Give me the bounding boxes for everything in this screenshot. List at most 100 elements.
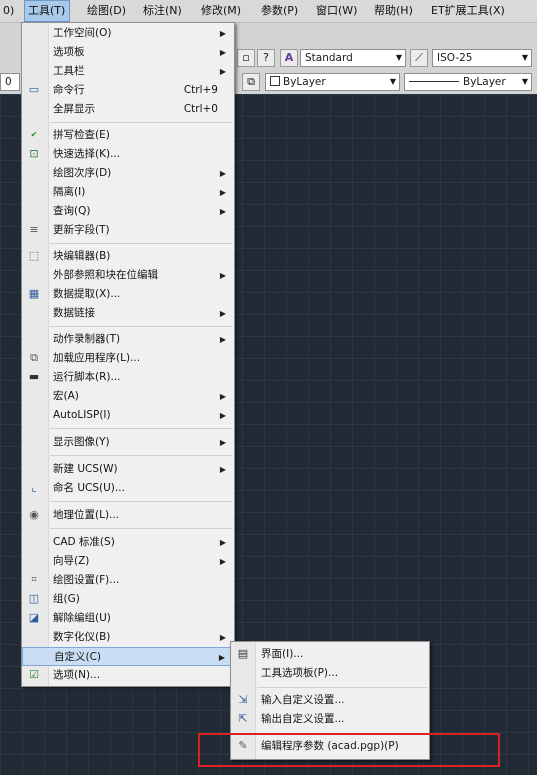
chevron-right-icon: ▶	[219, 207, 226, 216]
toolbar-button[interactable]: ▫	[237, 49, 255, 67]
menu-item-label: 拼写检查(E)	[53, 129, 110, 141]
layer-value: 0	[5, 76, 12, 88]
menu-parametric[interactable]: 参数(P)	[258, 0, 301, 22]
menu-item-label: 选项板	[53, 46, 85, 58]
menu-item-label: 加载应用程序(L)...	[53, 352, 141, 364]
menu-item-drafting-settings[interactable]: ⌗ 绘图设置(F)...	[22, 571, 234, 590]
match-properties-icon[interactable]: ⧉	[242, 73, 260, 91]
submenu-item-interface[interactable]: ▤ 界面(I)...	[231, 645, 429, 664]
submenu-item-label: 输入自定义设置...	[261, 694, 345, 706]
submenu-item-import-customizations[interactable]: ⇲ 输入自定义设置...	[231, 691, 429, 710]
chevron-down-icon: ▼	[395, 53, 402, 62]
menu-item-autolisp[interactable]: AutoLISP(I) ▶	[22, 406, 234, 425]
menu-item-label: 向导(Z)	[53, 555, 90, 567]
submenu-item-export-customizations[interactable]: ⇱ 输出自定义设置...	[231, 710, 429, 729]
menu-item-label: 新建 UCS(W)	[53, 463, 118, 475]
menu-item-customize[interactable]: 自定义(C) ▶	[22, 647, 234, 666]
menu-item-label: 数字化仪(B)	[53, 631, 111, 643]
menu-item-draw-order[interactable]: 绘图次序(D) ▶	[22, 164, 234, 183]
menu-draw[interactable]: 绘图(D)	[84, 0, 129, 22]
menu-partial-item[interactable]: 0)	[0, 0, 17, 22]
menu-separator	[50, 528, 232, 529]
menu-separator	[50, 501, 232, 502]
menu-item-macro[interactable]: 宏(A) ▶	[22, 387, 234, 406]
menu-dimension[interactable]: 标注(N)	[140, 0, 185, 22]
named-ucs-icon: ⌞	[31, 481, 37, 494]
menu-item-command-line[interactable]: ▭ 命令行 Ctrl+9	[22, 81, 234, 100]
menu-item-label: 数据链接	[53, 307, 95, 319]
text-style-select[interactable]: Standard ▼	[300, 49, 406, 67]
text-style-value: Standard	[305, 52, 353, 64]
menu-item-label: 数据提取(X)...	[53, 288, 121, 300]
help-button[interactable]: ?	[257, 49, 275, 67]
menu-item-label: 工作空间(O)	[53, 27, 112, 39]
menu-bar: 0) 工具(T) 绘图(D) 标注(N) 修改(M) 参数(P) 窗口(W) 帮…	[0, 0, 537, 23]
menu-item-label: 全屏显示	[53, 103, 95, 115]
drafting-settings-icon: ⌗	[31, 575, 37, 585]
menu-item-label: 地理位置(L)...	[53, 509, 120, 521]
menu-window[interactable]: 窗口(W)	[313, 0, 360, 22]
menu-item-wizards[interactable]: 向导(Z) ▶	[22, 552, 234, 571]
menu-item-geolocation[interactable]: ◉ 地理位置(L)...	[22, 506, 234, 525]
chevron-right-icon: ▶	[219, 309, 226, 318]
menu-item-cad-standards[interactable]: CAD 标准(S) ▶	[22, 533, 234, 552]
menu-item-named-ucs[interactable]: ⌞ 命名 UCS(U)...	[22, 479, 234, 498]
layer-select[interactable]: 0	[0, 73, 20, 91]
submenu-item-tool-palettes[interactable]: 工具选项板(P)...	[231, 664, 429, 683]
menu-item-group[interactable]: ◫ 组(G)	[22, 590, 234, 609]
text-style-icon[interactable]: A	[280, 49, 298, 67]
menu-item-quick-select[interactable]: ⊡ 快速选择(K)...	[22, 145, 234, 164]
menu-item-ungroup[interactable]: ◪ 解除编组(U)	[22, 609, 234, 628]
menu-item-label: 外部参照和块在位编辑	[53, 269, 158, 281]
data-extraction-icon: ▦	[28, 287, 40, 300]
menu-item-action-recorder[interactable]: 动作录制器(T) ▶	[22, 330, 234, 349]
chevron-right-icon: ▶	[219, 271, 226, 280]
chevron-down-icon: ▼	[521, 77, 528, 86]
menu-item-label: 命名 UCS(U)...	[53, 482, 125, 494]
color-select[interactable]: ByLayer ▼	[265, 73, 400, 91]
chevron-right-icon: ▶	[218, 653, 225, 662]
menu-item-label: AutoLISP(I)	[53, 409, 111, 421]
annotation-highlight-box	[198, 733, 500, 767]
chevron-right-icon: ▶	[219, 335, 226, 344]
menu-modify[interactable]: 修改(M)	[198, 0, 244, 22]
chevron-right-icon: ▶	[219, 29, 226, 38]
menu-item-label: 工具栏	[53, 65, 85, 77]
export-customization-icon: ⇱	[238, 712, 248, 725]
spell-check-icon: ✔	[30, 130, 38, 139]
menu-item-load-application[interactable]: ⧉ 加载应用程序(L)...	[22, 349, 234, 368]
menu-item-block-editor[interactable]: ⬚ 块编辑器(B)	[22, 247, 234, 266]
menu-item-label: 命令行	[53, 84, 85, 96]
menu-help[interactable]: 帮助(H)	[371, 0, 416, 22]
dim-style-select[interactable]: ISO-25 ▼	[432, 49, 532, 67]
run-script-icon: ▬	[28, 370, 40, 383]
menu-item-label: 选项(N)...	[53, 669, 101, 681]
group-icon: ◫	[28, 592, 40, 605]
menu-item-run-script[interactable]: ▬ 运行脚本(R)...	[22, 368, 234, 387]
menu-item-inquiry[interactable]: 查询(Q) ▶	[22, 202, 234, 221]
menu-item-toolbars[interactable]: 工具栏 ▶	[22, 62, 234, 81]
chevron-right-icon: ▶	[219, 67, 226, 76]
menu-item-tablet[interactable]: 数字化仪(B) ▶	[22, 628, 234, 647]
menu-item-update-fields[interactable]: ≡ 更新字段(T)	[22, 221, 234, 240]
menu-item-palettes[interactable]: 选项板 ▶	[22, 43, 234, 62]
menu-tools[interactable]: 工具(T)	[24, 0, 70, 22]
menu-item-data-links[interactable]: 数据链接 ▶	[22, 304, 234, 323]
menu-item-workspaces[interactable]: 工作空间(O) ▶	[22, 24, 234, 43]
menu-item-options[interactable]: ☑ 选项(N)...	[22, 666, 234, 685]
menu-item-label: 运行脚本(R)...	[53, 371, 121, 383]
shortcut-label: Ctrl+9	[183, 84, 218, 96]
menu-item-data-extraction[interactable]: ▦ 数据提取(X)...	[22, 285, 234, 304]
chevron-down-icon: ▼	[389, 77, 396, 86]
menu-item-new-ucs[interactable]: 新建 UCS(W) ▶	[22, 460, 234, 479]
menu-item-label: CAD 标准(S)	[53, 536, 115, 548]
menu-item-xref-edit[interactable]: 外部参照和块在位编辑 ▶	[22, 266, 234, 285]
menu-et-tools[interactable]: ET扩展工具(X)	[428, 0, 508, 22]
menu-item-spelling[interactable]: ✔ 拼写检查(E)	[22, 126, 234, 145]
menu-item-isolate[interactable]: 隔离(I) ▶	[22, 183, 234, 202]
linetype-select[interactable]: ByLayer ▼	[404, 73, 532, 91]
menu-item-display-image[interactable]: 显示图像(Y) ▶	[22, 433, 234, 452]
chevron-right-icon: ▶	[219, 438, 226, 447]
dim-style-icon[interactable]: ⟋	[410, 49, 428, 67]
menu-item-clean-screen[interactable]: 全屏显示 Ctrl+0	[22, 100, 234, 119]
